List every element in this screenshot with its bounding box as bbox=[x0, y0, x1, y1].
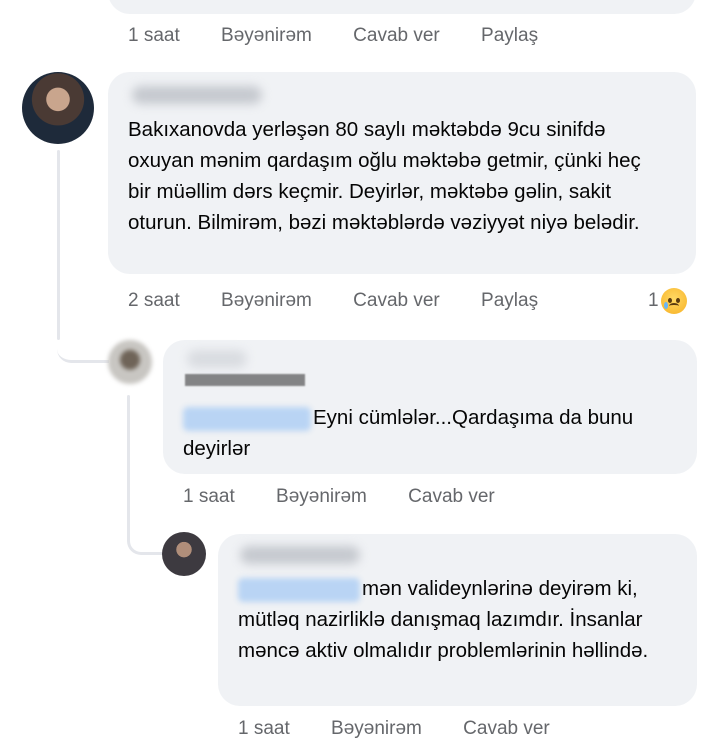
avatar[interactable] bbox=[162, 532, 206, 576]
like-button[interactable]: Bəyənirəm bbox=[331, 718, 422, 740]
author-name-redacted[interactable] bbox=[240, 546, 360, 564]
share-button[interactable]: Paylaş bbox=[481, 290, 538, 312]
comment-time[interactable]: 1 saat bbox=[183, 486, 235, 508]
reply-button[interactable]: Cavab ver bbox=[353, 25, 440, 47]
share-button[interactable]: Paylaş bbox=[481, 25, 538, 47]
reaction-number: 1 bbox=[648, 290, 659, 311]
reply-1-bubble[interactable]: Eyni cümlələr...Qardaşıma da bunu deyirl… bbox=[163, 340, 697, 474]
reply-button[interactable]: Cavab ver bbox=[353, 290, 440, 312]
reply-text: Eyni cümlələr...Qardaşıma da bunu deyirl… bbox=[183, 402, 683, 464]
main-comment-bubble[interactable]: Bakıxanovda yerləşən 80 saylı məktəbdə 9… bbox=[108, 72, 696, 274]
avatar[interactable] bbox=[22, 72, 94, 144]
author-name-redacted[interactable] bbox=[187, 350, 247, 368]
reply-1-actions: 1 saat Bəyənirəm Cavab ver bbox=[183, 486, 531, 508]
thread-elbow-reply-2 bbox=[127, 500, 166, 555]
reply-button[interactable]: Cavab ver bbox=[408, 486, 495, 508]
comment-text: Bakıxanovda yerləşən 80 saylı məktəbdə 9… bbox=[128, 118, 641, 234]
mention-redacted[interactable] bbox=[183, 406, 311, 431]
main-comment-actions: 2 saat Bəyənirəm Cavab ver Paylaş bbox=[128, 290, 574, 312]
reply-button[interactable]: Cavab ver bbox=[463, 718, 550, 740]
previous-comment-actions: 1 saat Bəyənirəm Cavab ver Paylaş bbox=[128, 25, 574, 47]
avatar[interactable] bbox=[108, 340, 152, 384]
comment-time[interactable]: 2 saat bbox=[128, 290, 180, 312]
like-button[interactable]: Bəyənirəm bbox=[221, 25, 312, 47]
comment-time[interactable]: 1 saat bbox=[238, 718, 290, 740]
sad-emoji-icon bbox=[660, 288, 687, 314]
reply-2-actions: 1 saat Bəyənirəm Cavab ver bbox=[238, 718, 586, 740]
like-button[interactable]: Bəyənirəm bbox=[221, 290, 312, 312]
like-button[interactable]: Bəyənirəm bbox=[276, 486, 367, 508]
author-name-partial bbox=[185, 374, 305, 386]
comment-time[interactable]: 1 saat bbox=[128, 25, 180, 47]
mention-redacted[interactable] bbox=[238, 577, 360, 602]
reply-text: mən valideynlərinə deyirəm ki, mütləq na… bbox=[238, 573, 683, 666]
reply-2-bubble[interactable]: mən valideynlərinə deyirəm ki, mütləq na… bbox=[218, 534, 697, 706]
thread-elbow-reply-1 bbox=[57, 300, 109, 363]
author-name-redacted[interactable] bbox=[132, 86, 262, 104]
reaction-count[interactable]: 1 bbox=[648, 288, 687, 314]
previous-comment-bubble[interactable] bbox=[108, 0, 696, 14]
